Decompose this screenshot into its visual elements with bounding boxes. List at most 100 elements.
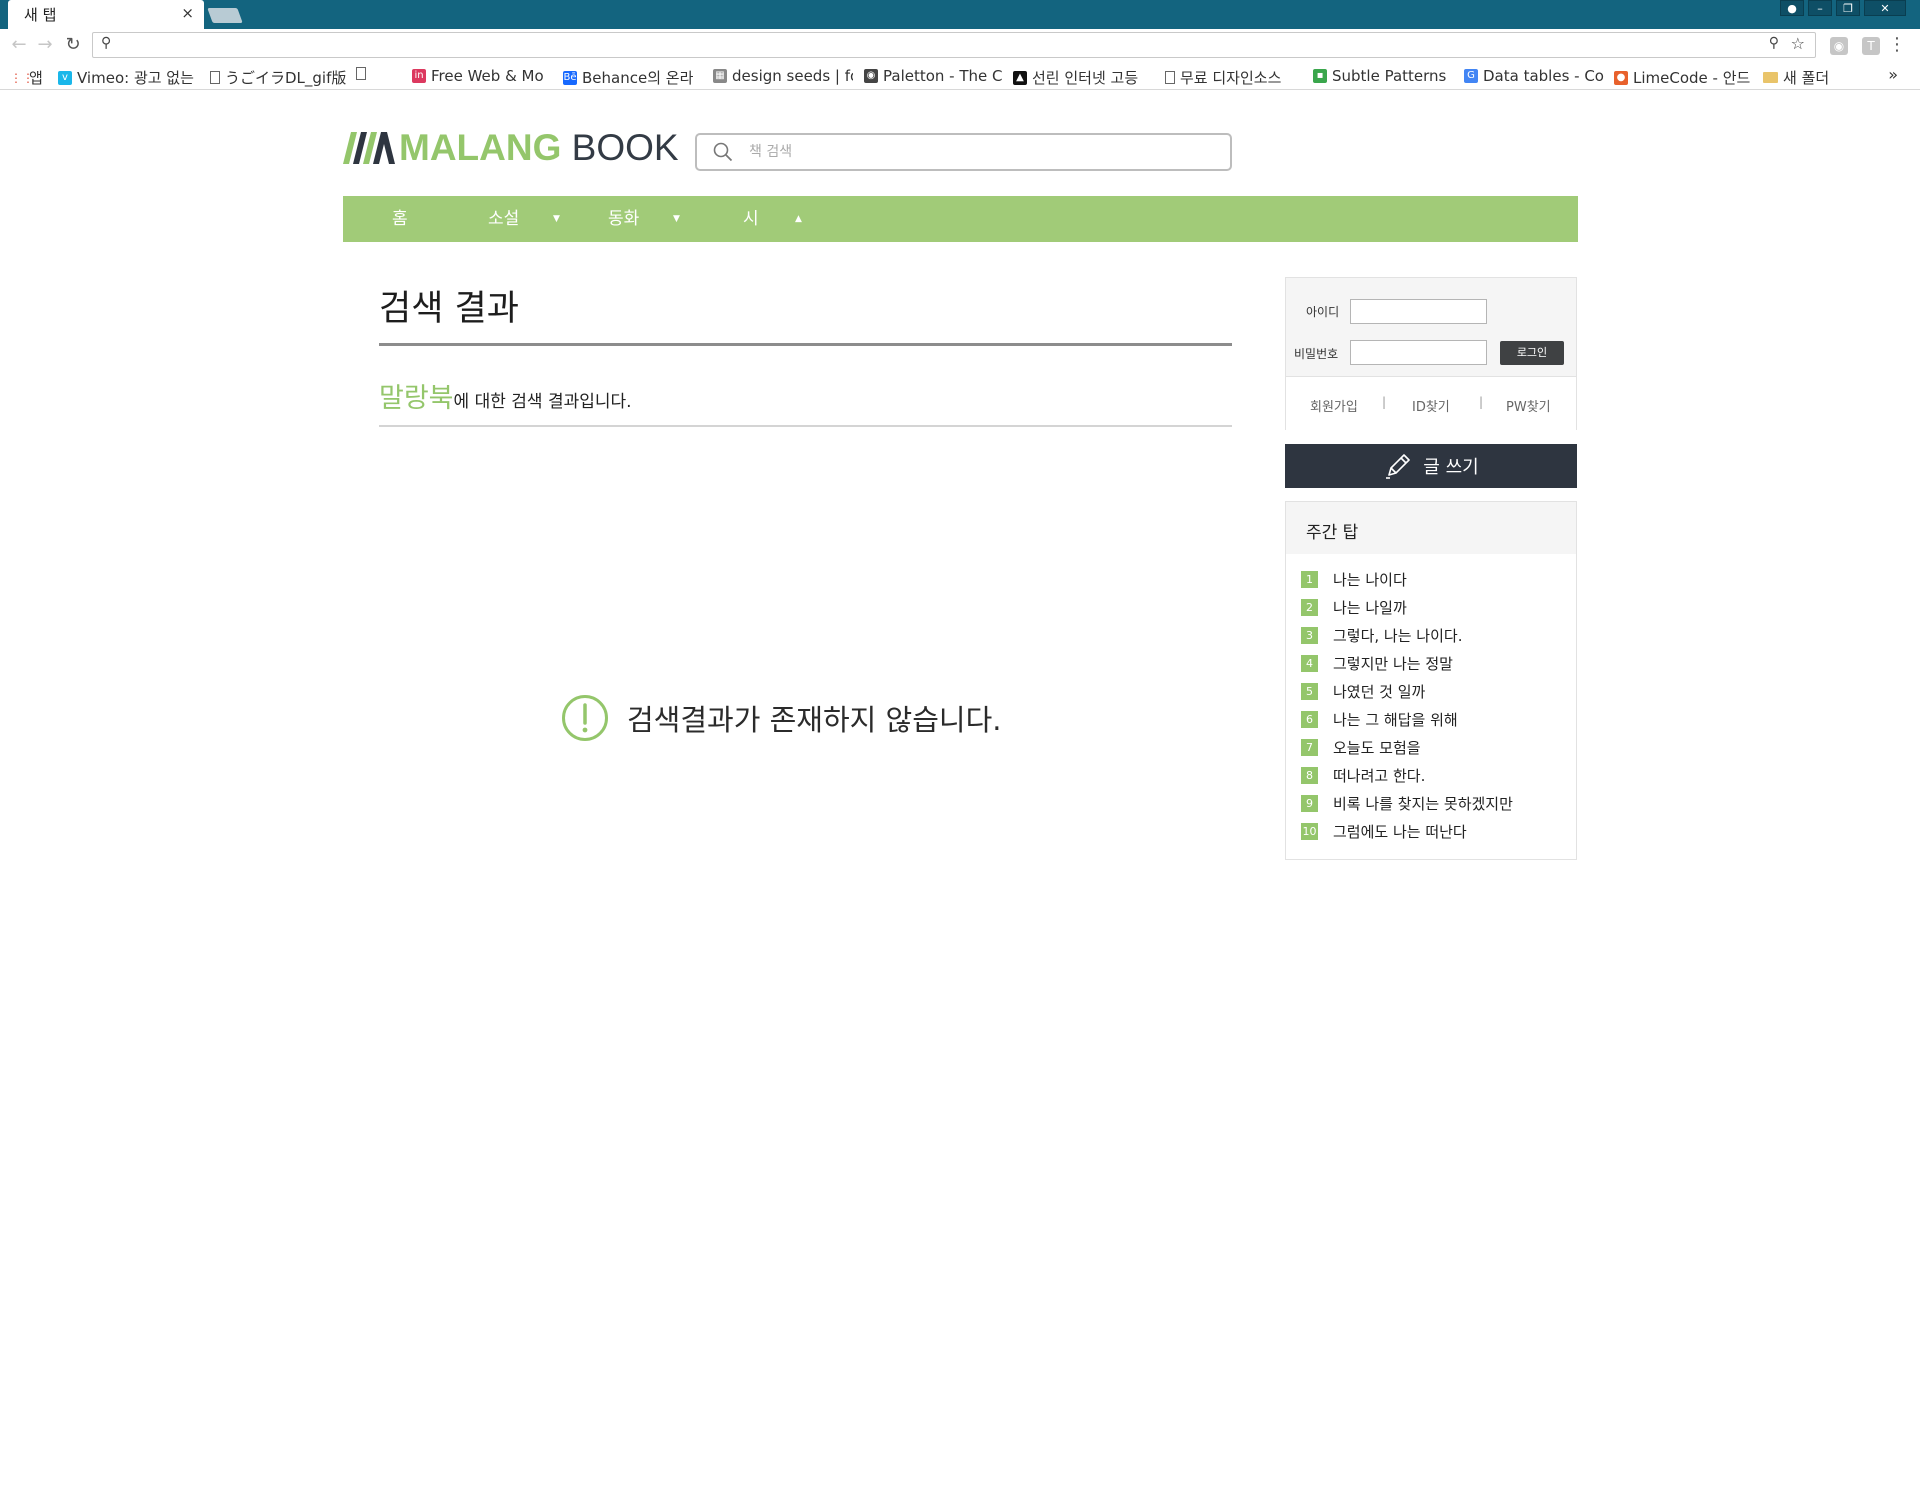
- zoom-icon[interactable]: ⚲: [1769, 35, 1779, 51]
- bookmark-label: うごイラDL_gif版: [225, 69, 347, 87]
- minimize-icon[interactable]: –: [1808, 0, 1832, 16]
- bookmarks-more-icon[interactable]: »: [1888, 65, 1898, 84]
- weekly-top-list: 1 나는 나이다 2 나는 나일까 3 그렇다, 나는 나이다. 4 그렇지만 나는 정…: [1301, 565, 1513, 845]
- nav-item-home[interactable]: 홈: [392, 196, 408, 242]
- book-search[interactable]: [695, 133, 1232, 171]
- rank-badge: 1: [1301, 570, 1318, 588]
- bookmark-item[interactable]: G Data tables - Co: [1464, 67, 1604, 85]
- result-summary-suffix: 에 대한 검색 결과입니다.: [453, 392, 632, 412]
- bookmark-star-icon[interactable]: ☆: [1791, 34, 1805, 53]
- find-id-link[interactable]: ID찾기: [1412, 396, 1450, 415]
- extension-globe-icon[interactable]: ◉: [1830, 37, 1848, 55]
- tab-new-tab[interactable]: 새 탭 ×: [8, 0, 204, 29]
- bookmark-item[interactable]: in Free Web & Mo: [412, 67, 544, 85]
- bookmark-item[interactable]: うごイラDL_gif版: [210, 67, 346, 88]
- rank-title: 나는 나일까: [1333, 598, 1407, 617]
- bookmark-item[interactable]: ▦ design seeds | fo: [713, 67, 853, 85]
- rank-title: 비록 나를 찾지는 못하겠지만: [1333, 794, 1513, 813]
- link-separator: |: [1382, 395, 1387, 409]
- ranking-item[interactable]: 9 비록 나를 찾지는 못하겠지만: [1301, 789, 1513, 817]
- logo-text: MALANG BOOK: [399, 127, 679, 169]
- rank-title: 떠나려고 한다.: [1333, 766, 1426, 785]
- close-icon[interactable]: ✕: [1864, 0, 1906, 16]
- bookmark-label: Paletton - The C: [883, 67, 1003, 85]
- main-navigation: 홈 소설 ▼ 동화 ▼ 시 ▲: [343, 196, 1578, 242]
- rank-badge: 5: [1301, 682, 1318, 700]
- ranking-item[interactable]: 10 그럼에도 나는 떠난다: [1301, 817, 1513, 845]
- bookmark-item[interactable]: 새 폴더: [1763, 67, 1829, 88]
- paletton-icon: ◉: [864, 69, 878, 83]
- page-icon: [356, 67, 366, 80]
- rank-title: 나였던 것 일까: [1333, 682, 1426, 701]
- write-post-button[interactable]: 글 쓰기: [1285, 444, 1577, 488]
- subtle-patterns-icon: ▪: [1313, 69, 1327, 83]
- nav-item-fairytale[interactable]: 동화 ▼: [608, 196, 698, 242]
- search-input[interactable]: [749, 141, 1209, 163]
- user-icon[interactable]: ●: [1780, 0, 1804, 16]
- search-icon: [713, 142, 733, 162]
- limecode-icon: ●: [1614, 70, 1628, 85]
- sunrin-icon: ▲: [1013, 70, 1027, 85]
- tab-title: 새 탭: [24, 6, 57, 24]
- bookmark-label: 무료 디자인소스: [1180, 69, 1282, 87]
- window-controls: ● – ❐ ✕: [1780, 0, 1906, 16]
- nav-item-novel[interactable]: 소설 ▼: [488, 196, 578, 242]
- rank-badge: 4: [1301, 654, 1318, 672]
- bookmark-label: 선린 인터넷 고등: [1032, 69, 1139, 87]
- bookmark-item[interactable]: ◉ Paletton - The C: [864, 67, 1003, 85]
- search-icon: ⚲: [101, 35, 112, 51]
- signup-link[interactable]: 회원가입: [1310, 396, 1358, 415]
- bookmark-item[interactable]: ▪ Subtle Patterns |: [1313, 67, 1453, 85]
- ranking-item[interactable]: 6 나는 그 해답을 위해: [1301, 705, 1513, 733]
- caret-down-icon: ▼: [673, 214, 680, 224]
- rank-badge: 6: [1301, 710, 1318, 728]
- find-password-link[interactable]: PW찾기: [1506, 396, 1551, 415]
- ranking-item[interactable]: 5 나였던 것 일까: [1301, 677, 1513, 705]
- login-button[interactable]: 로그인: [1500, 341, 1564, 365]
- extension-t-icon[interactable]: T: [1862, 37, 1880, 55]
- bookmark-item[interactable]: Bē Behance의 온라: [563, 67, 693, 88]
- bookmark-item[interactable]: 무료 디자인소스: [1165, 67, 1281, 88]
- bookmark-label: Vimeo: 광고 없는: [77, 69, 194, 87]
- rank-title: 오늘도 모험을: [1333, 738, 1421, 757]
- invision-icon: in: [412, 69, 426, 83]
- bookmark-item[interactable]: v Vimeo: 광고 없는: [58, 67, 194, 88]
- rank-badge: 8: [1301, 766, 1318, 784]
- ranking-item[interactable]: 7 오늘도 모험을: [1301, 733, 1513, 761]
- tab-close-icon[interactable]: ×: [181, 4, 194, 22]
- bookmark-item[interactable]: ▲ 선린 인터넷 고등: [1013, 67, 1138, 88]
- bookmark-item[interactable]: ● LimeCode - 안드: [1614, 67, 1750, 88]
- link-separator: |: [1479, 395, 1484, 409]
- design-seeds-icon: ▦: [713, 69, 727, 83]
- account-links: 회원가입 | ID찾기 | PW찾기: [1286, 376, 1576, 430]
- rank-title: 그럼에도 나는 떠난다: [1333, 822, 1467, 841]
- nav-item-label: 소설: [488, 209, 520, 229]
- bookmark-item[interactable]: [356, 67, 366, 80]
- pencil-icon: [1386, 454, 1411, 479]
- browser-toolbar: ← → ↻ ⚲ ⚲ ☆ ◉ T ⋮: [0, 29, 1920, 62]
- new-tab-button[interactable]: [207, 8, 243, 23]
- reload-icon[interactable]: ↻: [62, 34, 84, 56]
- ranking-item[interactable]: 8 떠나려고 한다.: [1301, 761, 1513, 789]
- ranking-item[interactable]: 2 나는 나일까: [1301, 593, 1513, 621]
- bookmark-item[interactable]: ⋮⋮ 앱: [10, 67, 43, 88]
- back-icon[interactable]: ←: [8, 34, 30, 56]
- ranking-item[interactable]: 3 그렇다, 나는 나이다.: [1301, 621, 1513, 649]
- id-field[interactable]: [1350, 299, 1487, 324]
- behance-icon: Bē: [563, 70, 577, 85]
- rank-badge: 2: [1301, 598, 1318, 616]
- rank-title: 나는 그 해답을 위해: [1333, 710, 1458, 729]
- browser-menu-icon[interactable]: ⋮: [1888, 34, 1906, 55]
- ranking-item[interactable]: 4 그렇지만 나는 정말: [1301, 649, 1513, 677]
- rank-title: 나는 나이다: [1333, 570, 1407, 589]
- weekly-top-panel: 주간 탑 1 나는 나이다 2 나는 나일까 3 그렇다, 나는 나이다. 4 그렇지만…: [1285, 501, 1577, 860]
- restore-icon[interactable]: ❐: [1836, 0, 1860, 16]
- nav-item-poem[interactable]: 시 ▲: [743, 196, 813, 242]
- bookmark-label: Free Web & Mo: [431, 67, 544, 85]
- address-bar[interactable]: ⚲ ⚲ ☆: [92, 32, 1816, 58]
- caret-down-icon: ▼: [553, 214, 560, 224]
- ranking-item[interactable]: 1 나는 나이다: [1301, 565, 1513, 593]
- password-field[interactable]: [1350, 340, 1487, 365]
- site-logo[interactable]: MALANG BOOK: [343, 127, 679, 169]
- forward-icon[interactable]: →: [34, 34, 56, 56]
